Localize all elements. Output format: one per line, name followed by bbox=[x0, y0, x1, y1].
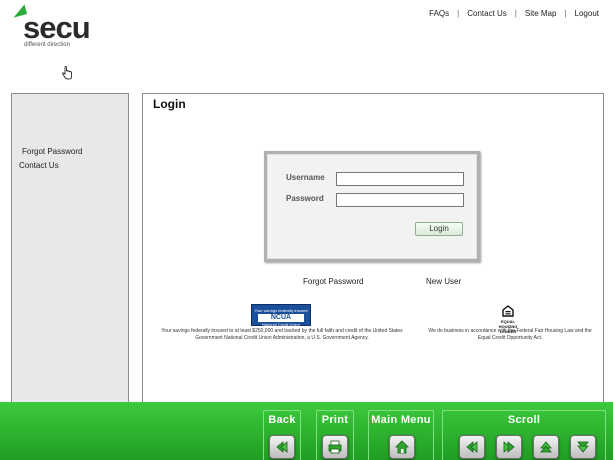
double-up-arrow-icon bbox=[540, 441, 552, 453]
nav-separator: | bbox=[564, 9, 567, 18]
double-down-arrow-icon bbox=[577, 441, 589, 453]
hand-cursor-icon bbox=[61, 65, 73, 80]
nav-separator: | bbox=[514, 9, 517, 18]
print-label: Print bbox=[321, 414, 349, 426]
back-button[interactable] bbox=[269, 435, 295, 459]
bottom-control-bar: Back Print Main Menu Scroll bbox=[0, 402, 613, 460]
scroll-down-button[interactable] bbox=[570, 435, 596, 459]
faqs-link[interactable]: FAQs bbox=[429, 9, 449, 18]
main-menu-label: Main Menu bbox=[371, 414, 431, 426]
username-label: Username bbox=[286, 173, 325, 182]
site-map-link[interactable]: Site Map bbox=[525, 9, 557, 18]
contact-us-link[interactable]: Contact Us bbox=[467, 9, 507, 18]
back-group: Back bbox=[263, 410, 301, 460]
equal-housing-lender-logo: EQUAL HOUSING LENDER bbox=[496, 305, 520, 334]
sidebar-item-contact-us[interactable]: Contact Us bbox=[19, 161, 59, 170]
password-label: Password bbox=[286, 194, 324, 203]
double-left-arrow-icon bbox=[466, 441, 478, 453]
print-button[interactable] bbox=[322, 435, 348, 459]
main-menu-button[interactable] bbox=[389, 435, 415, 459]
page-title: Login bbox=[153, 97, 186, 111]
scroll-left-button[interactable] bbox=[459, 435, 485, 459]
password-input[interactable] bbox=[336, 193, 464, 207]
back-arrow-icon bbox=[276, 441, 288, 453]
login-form: Username Password Login bbox=[264, 151, 480, 262]
username-input[interactable] bbox=[336, 172, 464, 186]
scroll-group: Scroll bbox=[442, 410, 606, 460]
secu-logo: secu different direction bbox=[10, 4, 102, 50]
main-menu-group: Main Menu bbox=[368, 410, 434, 460]
main-panel: Login Username Password Login Forgot Pas… bbox=[142, 93, 604, 403]
printer-icon bbox=[328, 440, 342, 454]
double-right-arrow-icon bbox=[503, 441, 515, 453]
home-icon bbox=[395, 440, 409, 454]
forgot-password-link[interactable]: Forgot Password bbox=[303, 277, 363, 286]
sidebar-item-forgot-password[interactable]: Forgot Password bbox=[22, 147, 82, 156]
scroll-up-button[interactable] bbox=[533, 435, 559, 459]
fair-housing-disclaimer: We do business in accordance with the Fe… bbox=[428, 328, 592, 341]
ncua-disclaimer: Your savings federally insured to at lea… bbox=[161, 328, 403, 341]
logo-wordmark: secu bbox=[23, 10, 91, 45]
ncua-badge: Your savings federally insured NCUA Nati… bbox=[251, 304, 311, 333]
sidebar: Forgot Password Contact Us bbox=[11, 93, 129, 403]
scroll-label: Scroll bbox=[507, 414, 541, 426]
back-label: Back bbox=[268, 414, 296, 426]
logout-link[interactable]: Logout bbox=[575, 9, 599, 18]
new-user-link[interactable]: New User bbox=[426, 277, 461, 286]
print-group: Print bbox=[316, 410, 354, 460]
login-button[interactable]: Login bbox=[415, 222, 463, 236]
ncua-badge-top: Your savings federally insured bbox=[254, 308, 308, 313]
logo-tagline: different direction bbox=[24, 42, 70, 48]
nav-separator: | bbox=[457, 9, 460, 18]
ncua-badge-name: NCUA bbox=[258, 314, 304, 322]
top-navigation: FAQs | Contact Us | Site Map | Logout bbox=[429, 9, 599, 18]
scroll-right-button[interactable] bbox=[496, 435, 522, 459]
equal-housing-icon bbox=[496, 305, 520, 319]
